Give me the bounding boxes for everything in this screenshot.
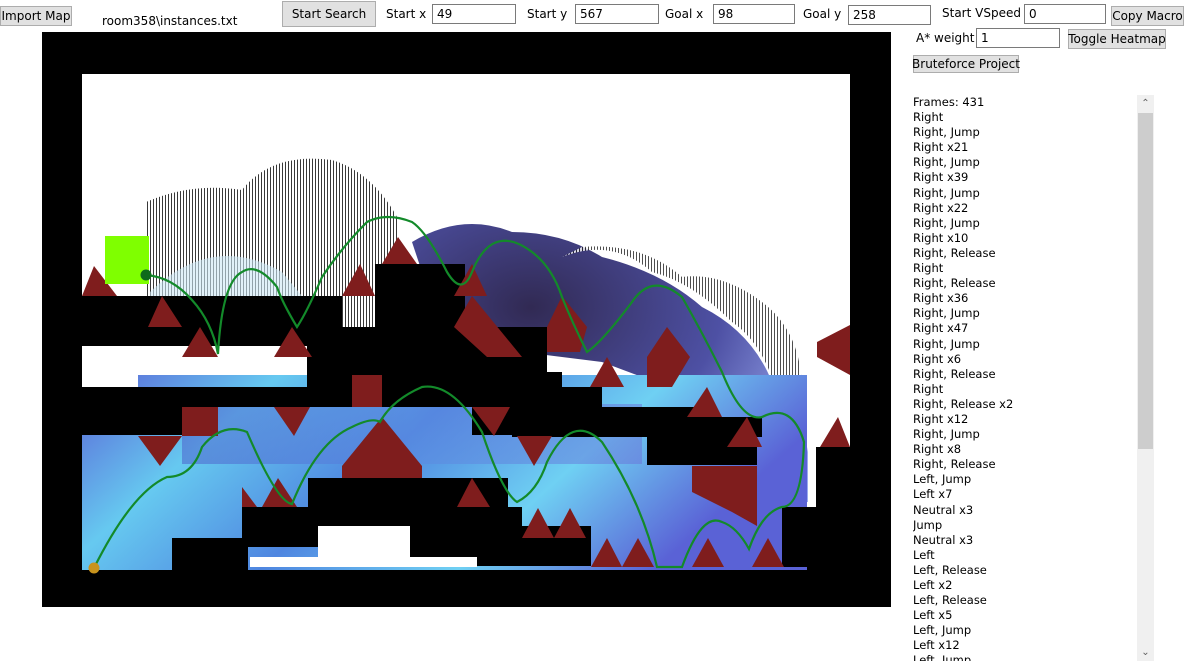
macro-line: Right x6	[913, 351, 962, 366]
macro-line: Left x12	[913, 638, 960, 653]
copy-macro-button[interactable]: Copy Macro	[1111, 6, 1184, 26]
import-map-button[interactable]: Import Map	[0, 6, 72, 26]
macro-line: Right, Jump	[913, 215, 980, 230]
goal-x-label: Goal x	[665, 7, 704, 21]
start-vspeed-label: Start VSpeed	[942, 6, 1021, 20]
macro-line: Right x39	[913, 170, 969, 185]
macro-line: Right x36	[913, 291, 969, 306]
start-search-button[interactable]: Start Search	[282, 1, 376, 27]
macro-list[interactable]: Frames: 431 Right Right, Jump Right x21 Rig…	[913, 95, 1135, 661]
scroll-down-icon[interactable]: ⌄	[1137, 644, 1154, 661]
macro-line: Neutral x3	[913, 532, 974, 547]
start-y-input[interactable]	[575, 4, 659, 24]
start-vspeed-input[interactable]	[1024, 4, 1106, 24]
goal-y-input[interactable]	[848, 5, 931, 25]
macro-line: Neutral x3	[913, 502, 974, 517]
macro-line: Jump	[913, 517, 943, 532]
macro-line: Right x10	[913, 230, 969, 245]
macro-line: Right	[913, 110, 944, 125]
macro-line: Left, Jump	[913, 472, 972, 487]
goal-x-input[interactable]	[713, 4, 795, 24]
macro-line: Left, Release	[913, 593, 987, 608]
macro-line: Right	[913, 261, 944, 276]
macro-line: Right, Release	[913, 276, 996, 291]
start-x-input[interactable]	[432, 4, 516, 24]
macro-line: Left x2	[913, 578, 953, 592]
scroll-thumb[interactable]	[1138, 113, 1153, 449]
astar-weight-label: A* weight	[916, 31, 975, 45]
macro-scrollbar[interactable]: ⌃ ⌄	[1137, 95, 1154, 661]
macro-line: Right, Release	[913, 366, 996, 381]
goal-y-label: Goal y	[803, 7, 842, 21]
macro-line: Right x8	[913, 442, 962, 457]
goal-marker	[140, 269, 152, 281]
macro-line: Right, Jump	[913, 155, 980, 170]
astar-weight-input[interactable]	[976, 28, 1060, 48]
macro-line: Right x47	[913, 321, 969, 336]
macro-line: Left x7	[913, 487, 953, 502]
macro-line: Left x5	[913, 608, 953, 623]
macro-line: Right, Release	[913, 245, 996, 260]
macro-line: Right, Jump	[913, 306, 980, 321]
bruteforce-project-button[interactable]: Bruteforce Project	[912, 55, 1020, 73]
macro-line: Right x21	[913, 140, 969, 155]
macro-line: Right, Release x2	[913, 396, 1014, 411]
macro-line: Left, Jump	[913, 623, 972, 638]
start-y-label: Start y	[527, 7, 568, 21]
macro-line: Left	[913, 547, 935, 562]
toggle-heatmap-button[interactable]: Toggle Heatmap	[1068, 29, 1166, 49]
frames-count: Frames: 431	[913, 95, 985, 109]
macro-line: Right	[913, 381, 944, 396]
macro-line: Right x12	[913, 411, 969, 426]
macro-line: Left, Release	[913, 562, 987, 577]
macro-line: Right, Release	[913, 457, 996, 472]
file-path-label: room358\instances.txt	[102, 14, 238, 28]
scroll-up-icon[interactable]: ⌃	[1137, 95, 1154, 112]
macro-lines: Right Right, Jump Right x21 Right, Jump Righ…	[913, 110, 1135, 661]
macro-line: Right x22	[913, 200, 969, 215]
macro-line: Right, Jump	[913, 427, 980, 442]
macro-line: Left, Jump	[913, 653, 972, 661]
macro-line: Right, Jump	[913, 336, 980, 351]
macro-line: Right, Jump	[913, 125, 980, 140]
macro-line: Right, Jump	[913, 185, 980, 200]
start-x-label: Start x	[386, 7, 427, 21]
map-canvas[interactable]	[42, 32, 891, 607]
start-marker	[88, 562, 100, 574]
